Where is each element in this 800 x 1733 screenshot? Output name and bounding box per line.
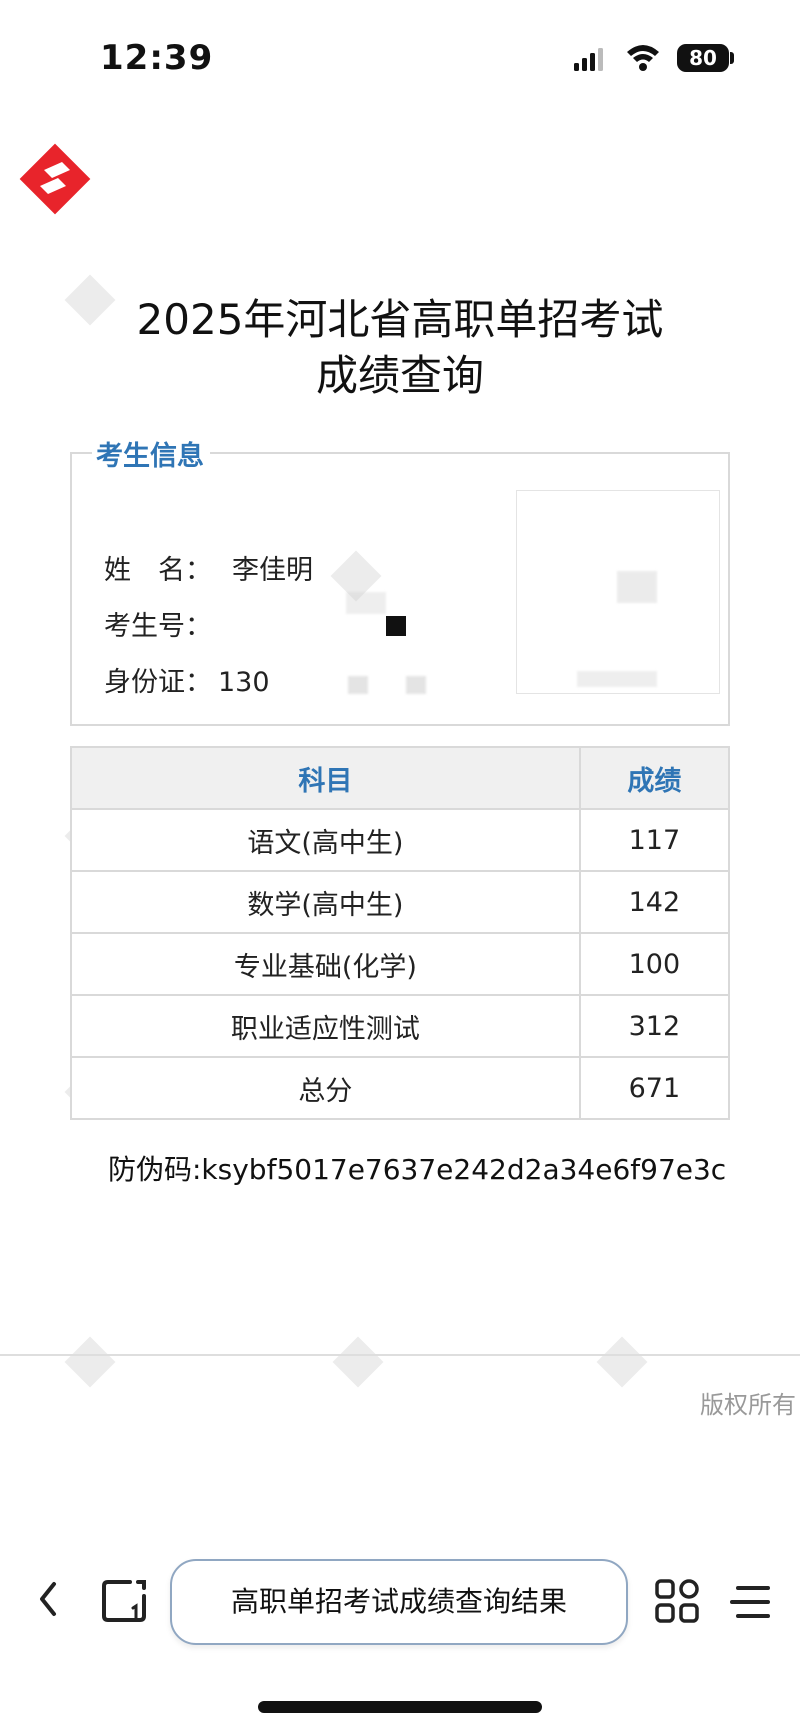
score-cell: 142 [578, 870, 731, 934]
subject-cell: 语文(高中生) [70, 808, 581, 872]
page-title-line1: 2025年河北省高职单招考试 [136, 295, 664, 344]
redaction-mosaic [577, 671, 657, 687]
home-indicator[interactable] [258, 1701, 542, 1713]
redaction-mosaic [348, 676, 368, 694]
table-row: 语文(高中生) 117 [70, 808, 731, 872]
address-bar[interactable]: 高职单招考试成绩查询结果 [170, 1559, 628, 1645]
grid-icon[interactable] [654, 1578, 700, 1624]
subject-cell: 专业基础(化学) [70, 932, 581, 996]
table-row: 专业基础(化学) 100 [70, 932, 731, 996]
page-title: 2025年河北省高职单招考试 成绩查询 [0, 292, 800, 404]
table-row: 职业适应性测试 312 [70, 994, 731, 1058]
copyright-text: 版权所有 [700, 1391, 796, 1419]
battery-tip [730, 52, 734, 64]
table-row: 数学(高中生) 142 [70, 870, 731, 934]
score-cell: 117 [578, 808, 731, 872]
watermark-icon [596, 1336, 648, 1388]
pages-icon[interactable] [100, 1578, 148, 1624]
signal-icon [574, 48, 603, 71]
battery-icon: 80 [677, 44, 729, 72]
menu-icon[interactable] [728, 1582, 772, 1622]
id-card-value: 130 [218, 667, 270, 698]
wifi-icon [627, 45, 659, 71]
redaction-mosaic [346, 592, 386, 614]
site-logo-icon [19, 143, 91, 215]
subject-header: 科目 [70, 746, 581, 810]
score-cell: 671 [578, 1056, 731, 1120]
photo-area [516, 490, 720, 694]
watermark-icon [64, 1336, 116, 1388]
score-table: 科目 成绩 语文(高中生) 117 数学(高中生) 142 专业基础(化学) 1… [70, 746, 731, 1120]
score-cell: 100 [578, 932, 731, 996]
id-card-row: 身份证： 130 [104, 660, 270, 699]
table-row: 总分 671 [70, 1056, 731, 1120]
subject-cell: 数学(高中生) [70, 870, 581, 934]
redaction-block [386, 616, 406, 636]
anti-fake-code: 防伪码:ksybf5017e7637e242d2a34e6f97e3c [108, 1153, 727, 1186]
score-header: 成绩 [578, 746, 731, 810]
back-icon[interactable] [34, 1578, 62, 1620]
exam-number-label: 考生号： [104, 611, 212, 642]
id-card-label: 身份证： [104, 667, 212, 698]
candidate-info-legend: 考生信息 [92, 434, 210, 473]
score-table-header: 科目 成绩 [70, 746, 731, 810]
name-row: 姓 名： 李佳明 [104, 548, 313, 587]
page-title-line2: 成绩查询 [315, 351, 484, 400]
name-label: 姓 名： [104, 555, 212, 586]
name-value: 李佳明 [232, 555, 313, 586]
score-cell: 312 [578, 994, 731, 1058]
redaction-mosaic [617, 571, 657, 603]
exam-number-row: 考生号： [104, 604, 212, 643]
status-time: 12:39 [100, 38, 214, 78]
footer-divider [0, 1354, 800, 1356]
status-bar: 12:39 80 [0, 0, 800, 118]
subject-cell: 职业适应性测试 [70, 994, 581, 1058]
redaction-mosaic [406, 676, 426, 694]
score-query-page: 12:39 80 2025年河北省高职单招考试 成绩查询 考生信息 姓 名： 李佳… [0, 0, 800, 1733]
subject-cell: 总分 [70, 1056, 581, 1120]
watermark-icon [332, 1336, 384, 1388]
